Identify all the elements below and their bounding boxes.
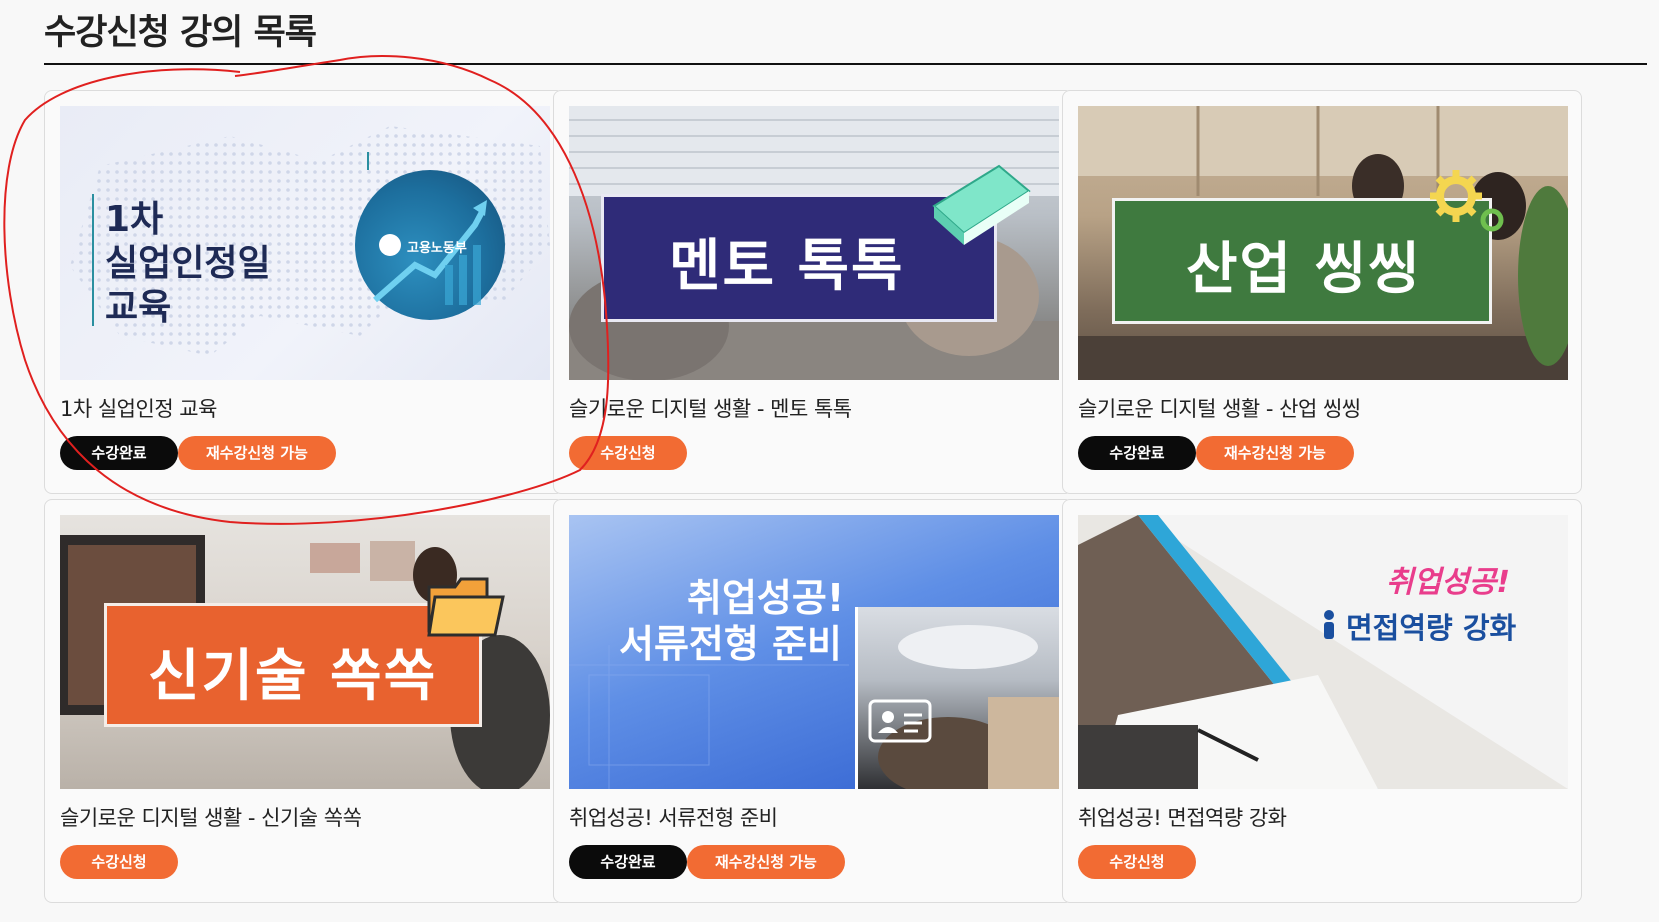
book-icon (932, 164, 1031, 245)
photo-panel (855, 607, 1059, 789)
course-title[interactable]: 취업성공! 면접역량 강화 (1078, 802, 1558, 832)
course-title[interactable]: 슬기로운 디지털 생활 - 산업 씽씽 (1078, 393, 1558, 423)
handshake-photo (878, 625, 1059, 789)
completed-badge: 수강완료 (569, 845, 687, 879)
person-icon (1324, 610, 1334, 639)
status-badges: 수강완료 재수강신청 가능 (1078, 436, 1354, 470)
gear-icon (1430, 170, 1504, 232)
folder-icon (427, 577, 505, 637)
apply-button[interactable]: 수강신청 (60, 845, 178, 879)
thumb-title: 산업 씽씽 (1186, 237, 1422, 302)
course-card[interactable]: 멘토 톡톡 슬기로운 디지털 생활 - 멘토 톡톡 수강신청 (553, 90, 1073, 494)
completed-badge: 수강완료 (1078, 436, 1196, 470)
apply-button[interactable]: 수강신청 (1078, 845, 1196, 879)
thumb-line: 교육 (105, 287, 172, 328)
thumb-line: 면접역량 강화 (1346, 611, 1517, 645)
course-thumbnail[interactable]: 취업성공! 서류전형 준비 (569, 515, 1059, 789)
course-title[interactable]: 슬기로운 디지털 생활 - 멘토 톡톡 (569, 393, 1049, 423)
status-badges: 수강신청 (1078, 845, 1196, 879)
course-thumbnail[interactable]: 멘토 톡톡 (569, 106, 1059, 380)
course-card[interactable]: 1차 실업인정일 교육 고용노동부 1차 실업인정 교육 수강완료 재수강신청 … (44, 90, 564, 494)
course-grid: 1차 실업인정일 교육 고용노동부 1차 실업인정 교육 수강완료 재수강신청 … (44, 90, 1647, 922)
thumb-title: 신기술 쏙쏙 (148, 644, 438, 709)
apply-button[interactable]: 수강신청 (569, 436, 687, 470)
thumb-title: 멘토 톡톡 (669, 234, 905, 299)
course-card[interactable]: 취업성공! 서류전형 준비 취업성공! 서류전형 준비 수강완료 재수강신청 가… (553, 499, 1073, 903)
id-card-icon (868, 699, 932, 743)
retake-apply-button[interactable]: 재수강신청 가능 (1196, 436, 1354, 470)
course-card[interactable]: 산업 씽씽 슬기로운 디지털 생활 - 산업 씽씽 수강완료 재수강신청 가능 (1062, 90, 1582, 494)
completed-badge: 수강완료 (60, 436, 178, 470)
ministry-logo-text: 고용노동부 (407, 241, 467, 256)
retake-apply-button[interactable]: 재수강신청 가능 (178, 436, 336, 470)
course-thumbnail[interactable]: 신기술 쏙쏙 (60, 515, 550, 789)
ministry-logo-circle: 고용노동부 (355, 170, 505, 320)
course-thumbnail[interactable]: 취업성공! 면접역량 강화 (1078, 515, 1568, 789)
status-badges: 수강완료 재수강신청 가능 (60, 436, 336, 470)
course-card[interactable]: 신기술 쏙쏙 슬기로운 디지털 생활 - 신기술 쏙쏙 수강신청 (44, 499, 564, 903)
thumb-line: 취업성공! (1386, 565, 1511, 600)
status-badges: 수강완료 재수강신청 가능 (569, 845, 845, 879)
status-badges: 수강신청 (569, 436, 687, 470)
course-card[interactable]: 취업성공! 면접역량 강화 취업성공! 면접역량 강화 수강신청 (1062, 499, 1582, 903)
title-divider (44, 63, 1647, 65)
course-thumbnail[interactable]: 산업 씽씽 (1078, 106, 1568, 380)
course-title[interactable]: 취업성공! 서류전형 준비 (569, 802, 1049, 832)
course-thumbnail[interactable]: 1차 실업인정일 교육 고용노동부 (60, 106, 550, 380)
thumb-line: 서류전형 준비 (619, 622, 842, 666)
retake-apply-button[interactable]: 재수강신청 가능 (687, 845, 845, 879)
course-title[interactable]: 1차 실업인정 교육 (60, 393, 540, 423)
taegeuk-icon (379, 234, 401, 256)
course-title[interactable]: 슬기로운 디지털 생활 - 신기술 쏙쏙 (60, 802, 540, 832)
status-badges: 수강신청 (60, 845, 178, 879)
page-title: 수강신청 강의 목록 (44, 13, 317, 53)
